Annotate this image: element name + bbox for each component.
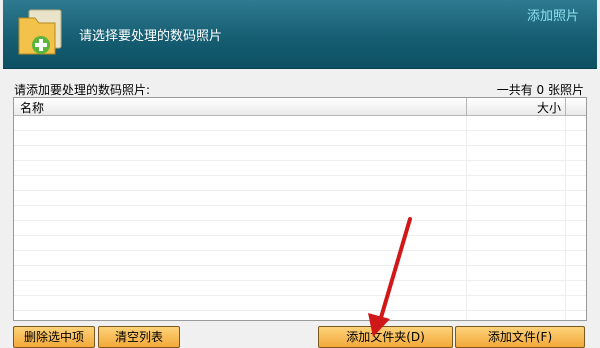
delete-selected-button[interactable]: 删除选中项	[13, 326, 95, 348]
header-banner: 请选择要处理的数码照片 添加照片	[3, 0, 597, 69]
empty-row	[14, 191, 586, 206]
photo-count-label: 一共有 0 张照片	[496, 83, 584, 97]
empty-row	[14, 251, 586, 266]
add-photos-link[interactable]: 添加照片	[527, 5, 579, 24]
empty-row	[14, 131, 586, 146]
banner-title: 请选择要处理的数码照片	[79, 29, 223, 44]
empty-row	[14, 221, 586, 236]
column-header-size[interactable]: 大小	[467, 98, 566, 115]
list-label: 请添加要处理的数码照片:	[14, 83, 151, 97]
empty-row	[14, 266, 586, 281]
photo-list[interactable]: 名称 大小	[13, 97, 587, 321]
list-header: 名称 大小	[14, 98, 586, 116]
empty-row	[14, 296, 586, 311]
column-header-name[interactable]: 名称	[14, 98, 467, 115]
empty-row	[14, 206, 586, 221]
empty-row	[14, 116, 586, 131]
empty-row	[14, 176, 586, 191]
folder-add-icon	[18, 9, 62, 55]
list-rows	[14, 116, 586, 320]
empty-row	[14, 161, 586, 176]
empty-row	[14, 311, 586, 320]
empty-row	[14, 236, 586, 251]
empty-row	[14, 146, 586, 161]
add-folder-button[interactable]: 添加文件夹(D)	[318, 326, 453, 348]
add-file-button[interactable]: 添加文件(F)	[455, 326, 585, 348]
clear-list-button[interactable]: 清空列表	[98, 326, 180, 348]
empty-row	[14, 281, 586, 296]
